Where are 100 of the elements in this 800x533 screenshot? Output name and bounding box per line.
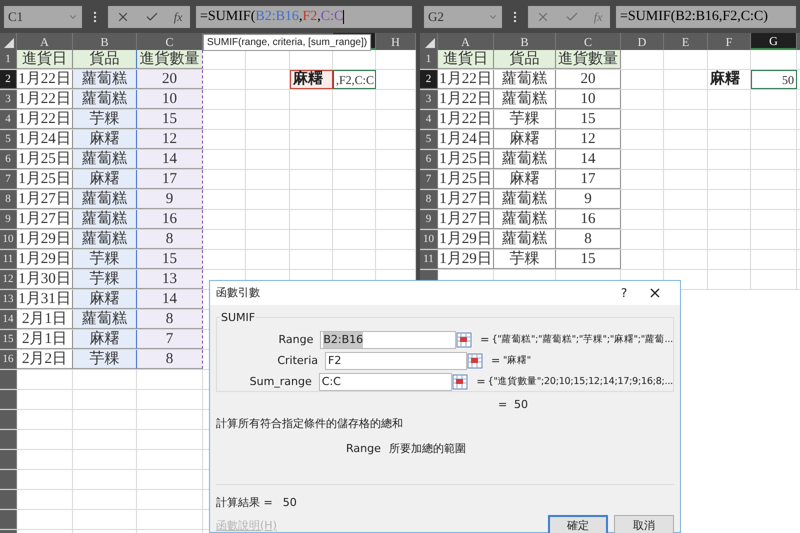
formula-text: =SUMIF(	[200, 8, 256, 26]
table-cell: 1月29日	[17, 250, 73, 269]
row-header[interactable]: 3	[0, 90, 17, 109]
argument-field[interactable]: C:C	[318, 373, 452, 391]
cancel-button[interactable]: 取消	[614, 515, 674, 533]
column-header[interactable]: H	[376, 33, 416, 50]
collapse-dialog-icon[interactable]	[467, 353, 483, 369]
row-header[interactable]: 4	[420, 110, 438, 129]
row-header[interactable]: 7	[0, 170, 17, 189]
result-label: 計算結果 =	[216, 494, 273, 510]
header-cell: 進貨數量	[556, 50, 621, 69]
row-header[interactable]: 12	[0, 270, 17, 289]
row-header[interactable]: 2	[0, 70, 17, 89]
column-header[interactable]: G	[751, 33, 797, 50]
row-header[interactable]: 15	[0, 330, 17, 349]
collapse-dialog-icon[interactable]	[456, 332, 472, 348]
row-header[interactable]: 6	[0, 150, 17, 169]
argument-field[interactable]: B2:B16	[320, 331, 456, 349]
formula-text: ,	[317, 8, 321, 26]
formula-text: C:C	[320, 8, 344, 26]
formula-bar[interactable]: =SUMIF(B2:B16,F2,C:C	[196, 6, 412, 28]
argument-field[interactable]: F2	[325, 352, 467, 370]
table-cell: 蘿蔔糕	[73, 230, 137, 249]
table-cell: 芋粿	[494, 110, 556, 129]
table-cell: 芋粿	[73, 270, 137, 289]
table-cell: 17	[137, 170, 203, 189]
table-cell: 8	[556, 230, 621, 249]
row-header[interactable]: 9	[420, 210, 438, 229]
table-cell: 7	[137, 330, 203, 349]
table-cell: 12	[556, 130, 621, 149]
formula-result: 50	[514, 397, 528, 413]
formula-bar[interactable]: =SUMIF(B2:B16,F2,C:C)	[616, 6, 796, 28]
column-header[interactable]: D	[621, 33, 664, 50]
header-cell: 進貨數量	[137, 50, 203, 69]
table-cell: 1月27日	[438, 210, 494, 229]
table-cell: 蘿蔔糕	[73, 70, 137, 89]
table-cell: 1月22日	[17, 90, 73, 109]
row-header[interactable]: 5	[420, 130, 438, 149]
row-header[interactable]: 1	[0, 50, 17, 69]
row-header[interactable]: 7	[420, 170, 438, 189]
equals-sign: =	[476, 374, 487, 390]
row-header[interactable]: 5	[0, 130, 17, 149]
table-cell: 蘿蔔糕	[494, 190, 556, 209]
row-header[interactable]: 10	[0, 230, 17, 249]
insert-function-button[interactable]: fx	[174, 8, 182, 26]
argument-result: "麻糬"	[503, 354, 531, 368]
table-cell: 1月22日	[438, 110, 494, 129]
row-header[interactable]: 6	[420, 150, 438, 169]
table-cell: 10	[556, 90, 621, 109]
row-header[interactable]: 13	[0, 290, 17, 309]
row-header[interactable]: 9	[0, 210, 17, 229]
table-cell: 蘿蔔糕	[73, 150, 137, 169]
row-header[interactable]: 11	[0, 250, 17, 269]
select-all-icon[interactable]	[425, 38, 435, 48]
table-cell: 1月22日	[438, 70, 494, 89]
table-cell: 麻糬	[73, 130, 137, 149]
row-header[interactable]: 2	[420, 70, 438, 89]
table-cell: 16	[556, 210, 621, 229]
column-header[interactable]: E	[664, 33, 708, 50]
row-header[interactable]: 14	[0, 310, 17, 329]
name-box[interactable]: G2	[424, 6, 502, 28]
table-cell: 1月24日	[17, 130, 73, 149]
table-cell: 1月22日	[438, 90, 494, 109]
header-cell: 貨品	[494, 50, 556, 69]
argument-label: Range	[277, 332, 314, 348]
close-button[interactable]: ×	[640, 281, 670, 305]
table-cell: 1月25日	[438, 150, 494, 169]
row-header[interactable]: 16	[0, 350, 17, 369]
argument-name: Range	[346, 441, 381, 457]
table-cell: 1月27日	[438, 190, 494, 209]
table-cell: 9	[137, 190, 203, 209]
formula-text: =SUMIF(B2:B16,F2,C:C)	[620, 8, 768, 26]
table-cell: 2月2日	[17, 350, 73, 369]
collapse-dialog-icon[interactable]	[452, 374, 468, 390]
table-cell: 1月29日	[17, 230, 73, 249]
table-cell: 2月1日	[17, 330, 73, 349]
help-button[interactable]: ?	[612, 284, 636, 302]
row-header[interactable]: 3	[420, 90, 438, 109]
ok-button[interactable]: 確定	[548, 515, 608, 533]
name-box[interactable]: C1	[4, 6, 82, 28]
row-header[interactable]: 8	[0, 190, 17, 209]
argument-help-text: 所要加總的範圍	[388, 441, 466, 457]
table-cell: 蘿蔔糕	[494, 90, 556, 109]
table-cell: 1月27日	[17, 190, 73, 209]
equals-sign: =	[498, 397, 508, 413]
table-cell: 1月22日	[17, 70, 73, 89]
row-header[interactable]: 1	[420, 50, 438, 69]
table-cell: 蘿蔔糕	[73, 210, 137, 229]
row-header[interactable]: 4	[0, 110, 17, 129]
row-header[interactable]: 8	[420, 190, 438, 209]
row-header[interactable]: 10	[420, 230, 438, 249]
table-cell: 15	[137, 110, 203, 129]
table-cell: 蘿蔔糕	[494, 230, 556, 249]
select-all-icon[interactable]	[4, 38, 14, 48]
table-cell: 8	[137, 350, 203, 369]
row-header[interactable]: 11	[420, 250, 438, 269]
result-cell: ,F2,C:C	[333, 70, 376, 89]
formula-text: ,	[298, 8, 302, 26]
table-cell: 麻糬	[494, 170, 556, 189]
formula-text: B2:B16	[255, 8, 299, 26]
